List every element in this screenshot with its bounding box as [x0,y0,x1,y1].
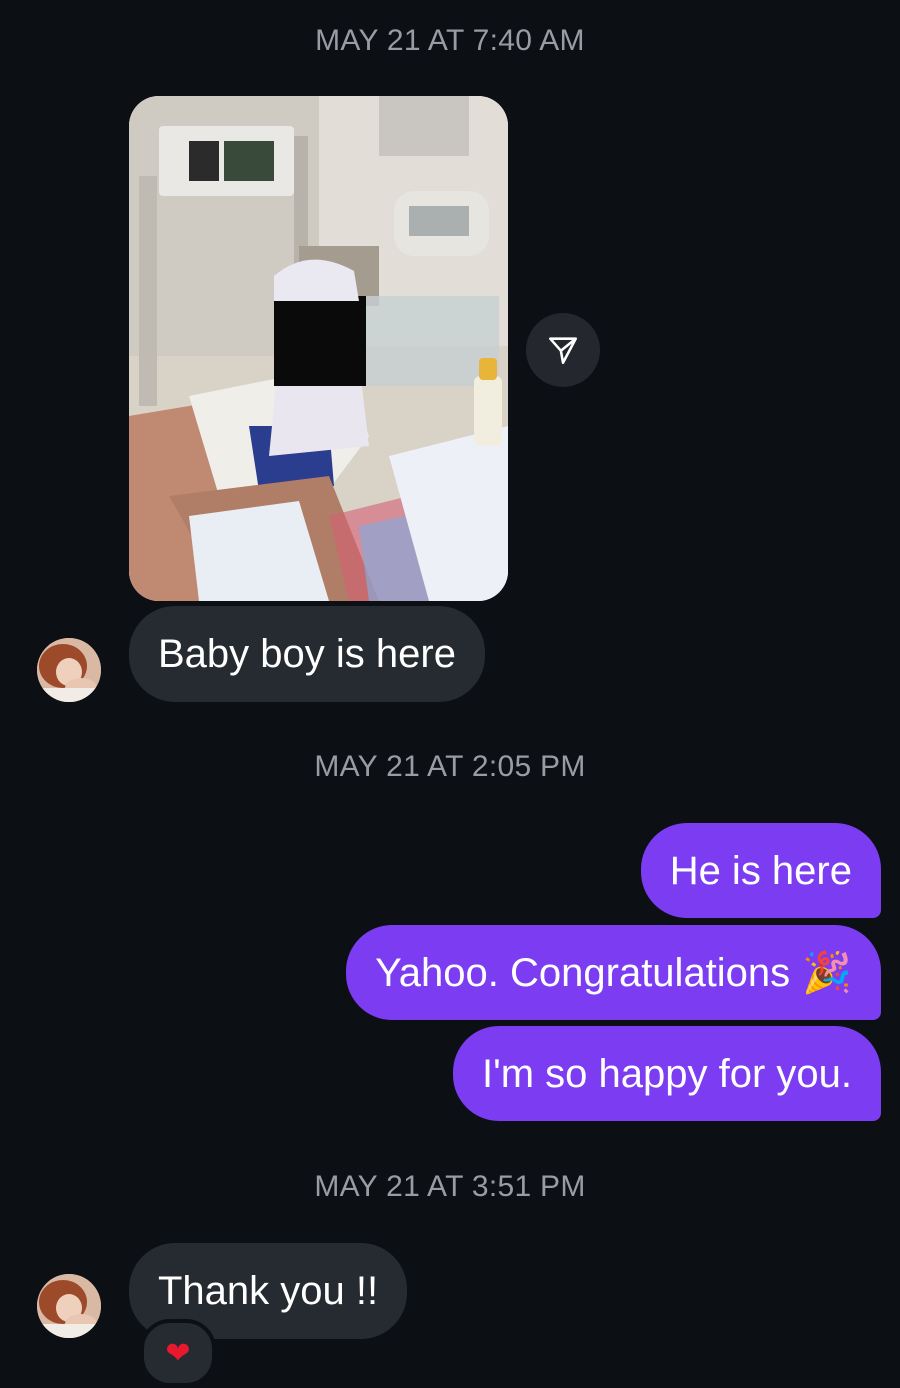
avatar[interactable] [37,638,101,702]
hospital-photo [129,96,508,601]
message-text: Yahoo. Congratulations [375,950,791,995]
paper-plane-icon [548,337,578,365]
message-text: I'm so happy for you. [481,1051,852,1096]
heart-icon: ❤ [165,1336,191,1370]
message-text: Thank you !! [158,1269,379,1313]
heart-reaction[interactable]: ❤ [140,1319,216,1387]
outgoing-message[interactable]: I'm so happy for you. [452,1026,881,1121]
timestamp: MAY 21 AT 2:05 PM [314,750,586,783]
avatar[interactable] [37,1274,101,1338]
incoming-message[interactable]: Baby boy is here [129,606,485,702]
party-popper-emoji: 🎉 [802,949,852,996]
timestamp: MAY 21 AT 7:40 AM [315,24,585,57]
share-button[interactable] [526,313,600,387]
message-text: Baby boy is here [158,632,456,676]
outgoing-message[interactable]: He is here [640,823,881,918]
message-text: He is here [669,848,852,893]
photo-message[interactable] [129,96,508,601]
outgoing-message[interactable]: Yahoo. Congratulations 🎉 [346,925,881,1020]
timestamp: MAY 21 AT 3:51 PM [314,1170,586,1203]
contact-avatar-image [37,1274,101,1338]
contact-avatar-image [37,638,101,702]
